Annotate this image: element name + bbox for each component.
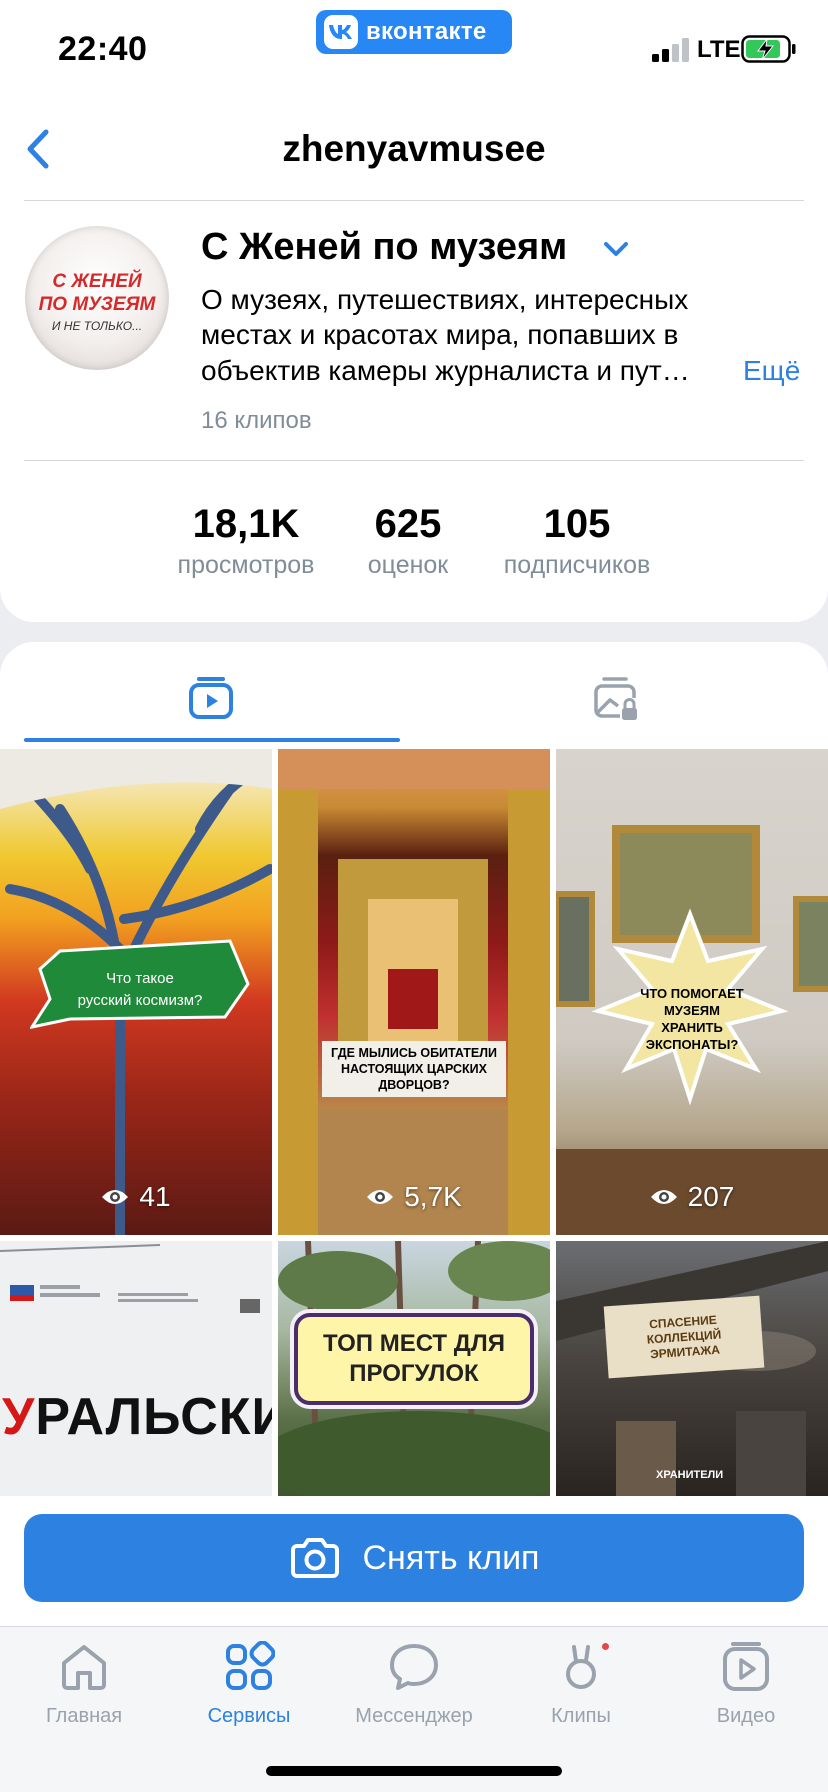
clip-caption-line: ПРОГУЛОК (349, 1360, 479, 1387)
stat-subscribers[interactable]: 105 подписчиков (492, 502, 662, 580)
clip-caption-line: НАСТОЯЩИХ ЦАРСКИХ (340, 1062, 488, 1076)
clip-tile[interactable]: ГДЕ МЫЛИСЬ ОБИТАТЕЛИ НАСТОЯЩИХ ЦАРСКИХ Д… (278, 749, 550, 1235)
tab-label: Главная (45, 1705, 123, 1727)
camera-icon (290, 1538, 339, 1578)
clip-tile[interactable]: УРАЛЬСКИЙ (0, 1241, 272, 1496)
clip-caption: ТОП МЕСТ ДЛЯ ПРОГУЛОК (294, 1313, 534, 1405)
view-count: 5,7K (278, 1181, 550, 1213)
vk-logo-icon (324, 15, 358, 49)
home-icon (62, 1645, 106, 1690)
stat-views: 18,1K просмотров (166, 502, 326, 580)
stat-value: 105 (543, 502, 611, 546)
avatar-text-line: С ЖЕНЕЙ (52, 271, 142, 292)
view-count: 41 (0, 1181, 272, 1213)
palace-doorway-artwork (278, 749, 550, 1235)
clip-subtitle: ХРАНИТЕЛИ (656, 1469, 724, 1481)
tab-label: Клипы (551, 1705, 611, 1727)
clip-caption-line: ТОП МЕСТ ДЛЯ (323, 1330, 505, 1357)
profile-description-line: местах и красотах мира, попавших в (201, 319, 679, 350)
avatar-text-line: И НЕ ТОЛЬКО... (51, 319, 143, 333)
accent-letter: У (2, 1388, 36, 1446)
stat-value: 625 (374, 502, 442, 546)
clip-caption-line: ХРАНИТЬ (661, 1020, 723, 1035)
private-gallery-lock-icon (594, 677, 637, 720)
status-time: 22:40 (58, 30, 148, 68)
tab-clips[interactable] (0, 642, 414, 742)
profile-description-line: объектив камеры журналиста и пут… (201, 355, 690, 386)
page-title: zhenyavmusee (282, 128, 546, 169)
chevron-down-icon[interactable] (601, 237, 631, 261)
stat-label: подписчиков (503, 551, 651, 579)
tab-label: Сервисы (207, 1705, 291, 1727)
clip-tile[interactable]: ЧТО ПОМОГАЕТ МУЗЕЯМ ХРАНИТЬ ЭКСПОНАТЫ? 2… (556, 749, 828, 1235)
divider (24, 460, 804, 461)
clip-caption-line: русский космизм? (77, 992, 203, 1009)
signal-strength-icon (652, 38, 689, 62)
profile-description-line: О музеях, путешествиях, интересных (201, 284, 689, 315)
clip-caption: УРАЛЬСКИЙ (2, 1387, 272, 1447)
tab-label: Мессенджер (355, 1705, 473, 1727)
home-indicator (266, 1766, 562, 1776)
clips-section: Что такое русский космизм? 41 ГДЕ МЫЛИСЬ… (0, 642, 828, 1792)
clip-caption-line: Что такое (106, 970, 174, 987)
clip-caption-line: МУЗЕЯМ (664, 1003, 720, 1018)
clip-caption-line: ДВОРЦОВ? (378, 1078, 450, 1092)
clip-caption-rest: РАЛЬСКИЙ (35, 1388, 272, 1446)
chat-bubble-icon (390, 1644, 438, 1690)
eye-icon (367, 1190, 394, 1204)
view-count-value: 207 (687, 1181, 735, 1212)
show-more-link[interactable]: Ещё (743, 355, 800, 387)
stat-value: 18,1K (192, 502, 300, 546)
clips-bunny-icon (566, 1645, 596, 1689)
battery-charging-icon (741, 35, 796, 63)
tab-clips-nav[interactable]: Клипы (501, 1641, 661, 1741)
record-clip-label: Снять клип (362, 1538, 540, 1577)
clip-count: 16 клипов (201, 407, 312, 434)
tab-private-gallery[interactable] (414, 642, 828, 742)
stat-label: просмотров (177, 551, 315, 579)
video-play-icon (723, 1642, 769, 1691)
network-type: LTE (697, 36, 741, 63)
vk-app-pill[interactable]: вконтакте (316, 10, 512, 54)
clip-caption-line: ЧТО ПОМОГАЕТ (640, 986, 744, 1001)
profile-name[interactable]: С Женей по музеям (201, 226, 567, 269)
view-count: 207 (556, 1181, 828, 1213)
profile-card: 22:40 вконтакте LTE zhenyavmusee С ЖЕНЕЙ… (0, 0, 828, 622)
stat-ratings: 625 оценок (358, 502, 458, 580)
record-clip-button[interactable]: Снять клип (24, 1514, 804, 1602)
eye-icon (650, 1190, 677, 1204)
notification-badge (600, 1641, 611, 1652)
clip-caption: ГДЕ МЫЛИСЬ ОБИТАТЕЛИ НАСТОЯЩИХ ЦАРСКИХ Д… (322, 1041, 506, 1097)
eye-icon (102, 1190, 129, 1204)
clip-caption-line: ГДЕ МЫЛИСЬ ОБИТАТЕЛИ (330, 1046, 498, 1060)
clips-play-icon (189, 677, 233, 719)
tab-messenger[interactable]: Мессенджер (334, 1641, 494, 1741)
profile-avatar[interactable]: С ЖЕНЕЙ ПО МУЗЕЯМ И НЕ ТОЛЬКО... (25, 226, 169, 370)
divider (24, 200, 804, 201)
poster-artwork (0, 1244, 260, 1313)
view-count-value: 5,7K (404, 1181, 462, 1212)
clip-tile[interactable]: Что такое русский космизм? 41 (0, 749, 272, 1235)
clip-tile[interactable]: ТОП МЕСТ ДЛЯ ПРОГУЛОК (278, 1241, 550, 1496)
tab-services[interactable]: Сервисы (169, 1641, 329, 1741)
active-tab-indicator (24, 738, 400, 742)
services-grid-icon (226, 1641, 275, 1690)
tab-label: Видео (716, 1705, 776, 1727)
avatar-text-line: ПО МУЗЕЯМ (38, 294, 156, 315)
tab-video[interactable]: Видео (666, 1641, 826, 1741)
clip-caption-line: ЭКСПОНАТЫ? (645, 1037, 739, 1052)
tab-home[interactable]: Главная (4, 1641, 164, 1741)
nav-header: zhenyavmusee (0, 100, 828, 200)
status-bar: 22:40 вконтакте LTE (0, 0, 828, 100)
vk-app-label: вконтакте (366, 18, 487, 45)
clip-caption: СПАСЕНИЕ КОЛЛЕКЦИЙ ЭРМИТАЖА (603, 1295, 765, 1379)
view-count-value: 41 (139, 1181, 171, 1212)
stat-label: оценок (367, 551, 449, 579)
clip-tile[interactable]: СПАСЕНИЕ КОЛЛЕКЦИЙ ЭРМИТАЖА ХРАНИТЕЛИ (556, 1241, 828, 1496)
